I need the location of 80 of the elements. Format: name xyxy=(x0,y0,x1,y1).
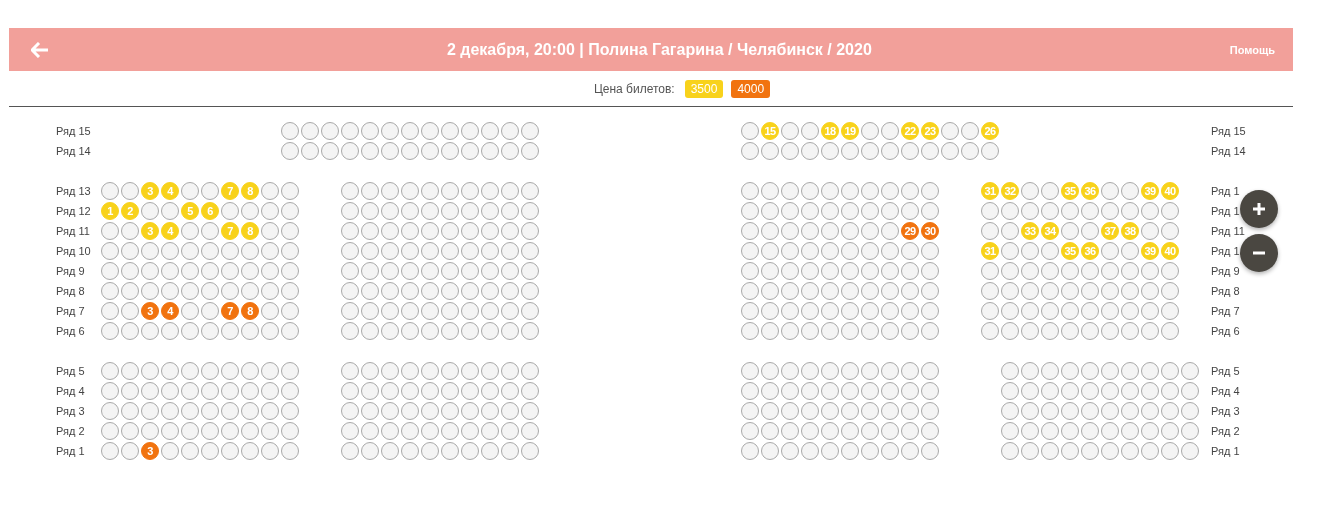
row-label: Ряд 9 xyxy=(56,265,86,277)
seat[interactable]: 4 xyxy=(161,302,179,320)
seat[interactable]: 7 xyxy=(221,302,239,320)
seat[interactable]: 31 xyxy=(981,242,999,260)
plus-icon xyxy=(1253,203,1265,215)
seat[interactable]: 22 xyxy=(901,122,919,140)
row-label: Ряд 8 xyxy=(1211,285,1240,297)
seat[interactable]: 7 xyxy=(221,182,239,200)
back-arrow-icon xyxy=(31,41,49,58)
seat[interactable]: 8 xyxy=(241,302,259,320)
seat[interactable]: 2 xyxy=(121,202,139,220)
row-label: Ряд 4 xyxy=(56,385,86,397)
seat[interactable]: 33 xyxy=(1021,222,1039,240)
row-label: Ряд 7 xyxy=(56,305,86,317)
seat[interactable]: 3 xyxy=(141,222,159,240)
price-tag: 3500 xyxy=(684,79,724,98)
row-label: Ряд 14 xyxy=(56,145,92,157)
seat[interactable]: 6 xyxy=(201,202,219,220)
row-label: Ряд 1 xyxy=(1211,245,1240,257)
row-label: Ряд 6 xyxy=(56,325,86,337)
seat[interactable]: 7 xyxy=(221,222,239,240)
row-label: Ряд 1 xyxy=(1211,445,1240,457)
row-label: Ряд 1 xyxy=(1211,205,1240,217)
row-label: Ряд 13 xyxy=(56,185,92,197)
seat[interactable]: 19 xyxy=(841,122,859,140)
seat[interactable]: 34 xyxy=(1041,222,1059,240)
event-title: 2 декабря, 20:00 | Полина Гагарина / Челябинск / 2020 xyxy=(445,40,873,59)
row-label: Ряд 15 xyxy=(1211,125,1246,137)
row-label: Ряд 8 xyxy=(56,285,86,297)
seat[interactable]: 18 xyxy=(821,122,839,140)
seat[interactable]: 3 xyxy=(141,302,159,320)
row-label: Ряд 9 xyxy=(1211,265,1240,277)
seat[interactable]: 32 xyxy=(1001,182,1019,200)
row-label: Ряд 4 xyxy=(1211,385,1240,397)
zoom-out-button[interactable] xyxy=(1240,234,1278,272)
seat[interactable]: 5 xyxy=(181,202,199,220)
seat[interactable]: 35 xyxy=(1061,182,1079,200)
seat[interactable]: 38 xyxy=(1121,222,1139,240)
seat[interactable]: 35 xyxy=(1061,242,1079,260)
seat[interactable]: 29 xyxy=(901,222,919,240)
seat[interactable]: 1 xyxy=(101,202,119,220)
seat[interactable]: 23 xyxy=(921,122,939,140)
seat[interactable]: 36 xyxy=(1081,242,1099,260)
row-label: Ряд 10 xyxy=(56,245,92,257)
seat[interactable]: 40 xyxy=(1161,242,1179,260)
zoom-in-button[interactable] xyxy=(1240,190,1278,228)
row-label: Ряд 5 xyxy=(56,365,86,377)
row-label: Ряд 7 xyxy=(1211,305,1240,317)
row-label: Ряд 1 xyxy=(56,445,86,457)
seat[interactable]: 39 xyxy=(1141,242,1159,260)
row-label: Ряд 14 xyxy=(1211,145,1246,157)
seat[interactable]: 36 xyxy=(1081,182,1099,200)
seat[interactable]: 26 xyxy=(981,122,999,140)
row-label: Ряд 1 xyxy=(1211,185,1240,197)
row-label: Ряд 6 xyxy=(1211,325,1240,337)
seat[interactable]: 3 xyxy=(141,442,159,460)
seat[interactable]: 40 xyxy=(1161,182,1179,200)
seat[interactable]: 31 xyxy=(981,182,999,200)
price-label: Цена билетов: xyxy=(593,81,675,96)
row-label: Ряд 11 xyxy=(56,225,91,237)
row-label: Ряд 2 xyxy=(56,425,86,437)
row-label: Ряд 5 xyxy=(1211,365,1240,377)
seat[interactable]: 4 xyxy=(161,182,179,200)
seat[interactable]: 15 xyxy=(761,122,779,140)
seat[interactable]: 30 xyxy=(921,222,939,240)
row-label: Ряд 15 xyxy=(56,125,92,137)
seat[interactable]: 8 xyxy=(241,182,259,200)
minus-icon xyxy=(1253,251,1265,255)
row-label: Ряд 2 xyxy=(1211,425,1240,437)
price-tag: 4000 xyxy=(731,79,771,98)
seat[interactable]: 8 xyxy=(241,222,259,240)
seat[interactable]: 4 xyxy=(161,222,179,240)
seat[interactable]: 37 xyxy=(1101,222,1119,240)
row-label: Ряд 12 xyxy=(56,205,92,217)
seat[interactable]: 39 xyxy=(1141,182,1159,200)
row-label: Ряд 11 xyxy=(1211,225,1245,237)
row-label: Ряд 3 xyxy=(1211,405,1240,417)
seat[interactable]: 3 xyxy=(141,182,159,200)
help-link[interactable]: Помощь xyxy=(1229,43,1275,56)
row-label: Ряд 3 xyxy=(56,405,86,417)
